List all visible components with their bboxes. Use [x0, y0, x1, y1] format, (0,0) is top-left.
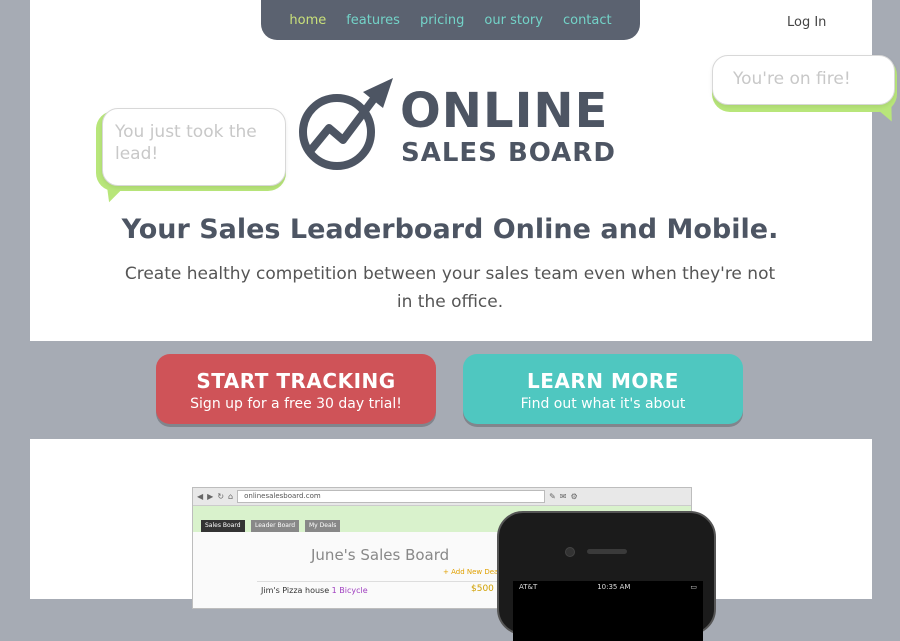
nav-home[interactable]: home — [289, 13, 326, 28]
top-nav: home features pricing our story contact — [261, 0, 640, 40]
nav-contact[interactable]: contact — [563, 13, 612, 28]
phone-time: 10:35 AM — [597, 583, 631, 591]
add-new-deal-link: + Add New Deal — [443, 568, 501, 576]
learn-more-title: LEARN MORE — [527, 369, 679, 393]
hero-headline: Your Sales Leaderboard Online and Mobile… — [121, 214, 779, 245]
phone-mockup: AT&T 10:35 AM ▭ — [497, 511, 716, 641]
login-link[interactable]: Log In — [787, 15, 826, 30]
logo-chart-arrow-icon — [299, 78, 393, 170]
phone-battery-icon: ▭ — [690, 583, 697, 591]
learn-more-button[interactable]: LEARN MORE Find out what it's about — [463, 354, 743, 424]
phone-status-bar: AT&T 10:35 AM ▭ — [513, 581, 703, 593]
phone-screen: AT&T 10:35 AM ▭ — [513, 581, 703, 641]
phone-carrier: AT&T — [519, 583, 538, 591]
forward-icon: ▶ — [207, 492, 214, 501]
extension-icon: ✎ — [549, 492, 556, 501]
nav-features[interactable]: features — [346, 13, 400, 28]
cta-band — [0, 341, 900, 439]
hero-subheadline: Create healthy competition between your … — [124, 264, 776, 312]
speech-bubble-lead: You just took the lead! — [102, 108, 286, 186]
tab-my-deals: My Deals — [305, 520, 341, 532]
phone-camera-icon — [565, 547, 575, 557]
deal-customer: Jim's Pizza house — [261, 586, 330, 595]
browser-url-bar: onlinesalesboard.com — [237, 490, 546, 503]
tab-sales-board: Sales Board — [201, 520, 245, 532]
reload-icon: ↻ — [217, 492, 225, 501]
tab-leader-board: Leader Board — [251, 520, 300, 532]
wrench-icon: ⚙ — [570, 492, 578, 501]
deal-amount: $500 — [471, 584, 494, 594]
speech-bubble-on-fire: You're on fire! — [712, 55, 895, 105]
home-icon: ⌂ — [228, 492, 234, 501]
start-tracking-button[interactable]: START TRACKING Sign up for a free 30 day… — [156, 354, 436, 424]
phone-speaker — [587, 549, 627, 554]
learn-more-subtitle: Find out what it's about — [520, 396, 686, 412]
nav-our-story[interactable]: our story — [484, 13, 543, 28]
logo-line-1: ONLINE — [400, 83, 609, 139]
sales-board-title: June's Sales Board — [311, 546, 450, 564]
browser-toolbar: ◀ ▶ ↻ ⌂ onlinesalesboard.com ✎ ✉ ⚙ — [193, 488, 691, 506]
nav-pricing[interactable]: pricing — [420, 13, 464, 28]
deal-row: Jim's Pizza house 1 Bicycle — [257, 581, 499, 601]
logo-line-2: SALES BOARD — [401, 138, 616, 168]
mail-icon: ✉ — [559, 492, 567, 501]
start-tracking-title: START TRACKING — [196, 369, 396, 393]
back-icon: ◀ — [197, 492, 204, 501]
start-tracking-subtitle: Sign up for a free 30 day trial! — [190, 396, 402, 412]
deal-item: 1 Bicycle — [331, 586, 368, 595]
